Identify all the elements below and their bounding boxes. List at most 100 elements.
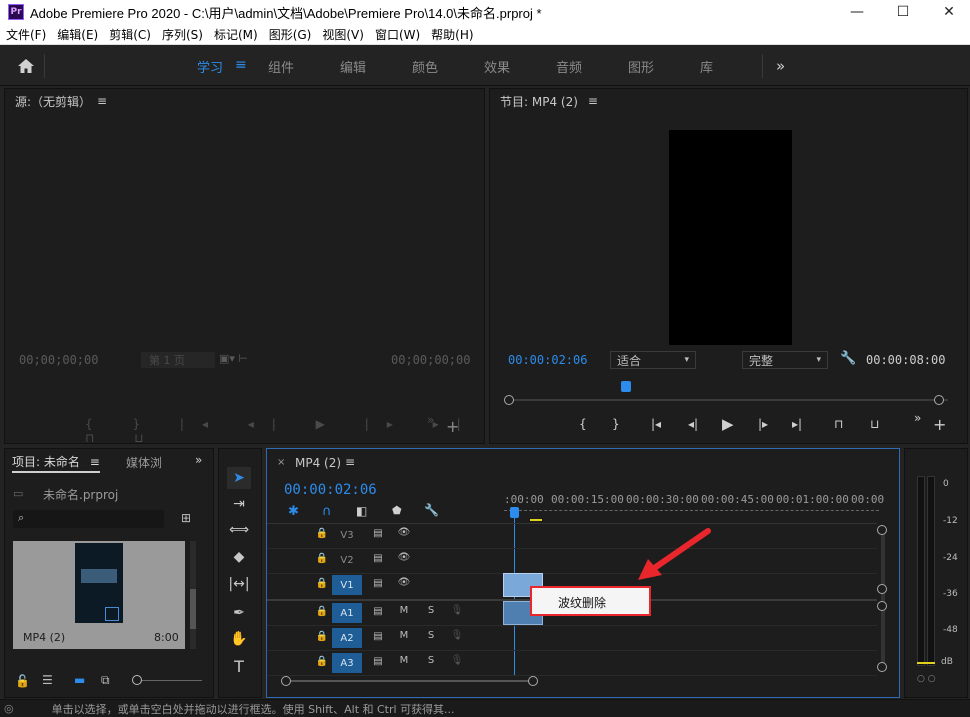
close-button[interactable]: ✕ (926, 0, 970, 24)
h-scroll-handle-left[interactable] (281, 676, 291, 686)
microphone-icon[interactable]: 🎙 (450, 655, 464, 666)
fit-dropdown[interactable]: 适合 ▾ (610, 351, 696, 369)
track-a1[interactable]: A1 (332, 603, 362, 623)
playhead-marker[interactable] (621, 381, 631, 392)
zoom-slider-handle[interactable] (132, 675, 142, 685)
workspace-learn[interactable]: 学习 (197, 57, 223, 76)
tab-project[interactable]: 项目: 未命名 ≡ (12, 453, 100, 473)
track-v2[interactable]: V2 (332, 550, 362, 570)
program-scrubber-track[interactable] (510, 399, 948, 401)
linked-selection-icon[interactable]: ∩ (322, 504, 332, 519)
tab-media-browser[interactable]: 媒体浏 (126, 454, 162, 471)
lock-track-icon[interactable]: 🔒 (315, 656, 329, 667)
project-scroll-thumb[interactable] (190, 589, 196, 629)
v-scroll-handle-top[interactable] (877, 525, 887, 535)
track-v3[interactable]: V3 (332, 525, 362, 545)
ripple-edit-tool-icon[interactable]: ⟺ (227, 519, 251, 541)
maximize-button[interactable]: ☐ (880, 0, 926, 24)
track-select-tool-icon[interactable]: ⇥ (227, 493, 251, 515)
list-view-icon[interactable]: ☰ (42, 673, 53, 687)
menu-file[interactable]: 文件(F) (0, 26, 51, 43)
sync-lock-icon[interactable]: ▤ (371, 606, 385, 617)
mute-button[interactable]: M (397, 655, 411, 666)
workspace-audio[interactable]: 音频 (556, 57, 582, 76)
solo-button[interactable]: S (424, 630, 438, 641)
lock-track-icon[interactable]: 🔒 (315, 606, 329, 617)
sync-lock-icon[interactable]: ▤ (371, 528, 385, 539)
freeform-view-icon[interactable]: ⧉ (101, 673, 110, 688)
add-button-icon[interactable]: + (933, 415, 946, 434)
search-input[interactable]: ⌕ (13, 510, 164, 528)
type-tool-icon[interactable]: T (227, 655, 251, 677)
mark-in-icon[interactable]: { (579, 417, 587, 431)
lift-icon[interactable]: ⊓ (834, 417, 843, 431)
microphone-icon[interactable]: 🎙 (450, 630, 464, 641)
marker-icon[interactable]: ⬟ (392, 504, 402, 517)
source-more-icon[interactable]: » (427, 413, 434, 427)
menu-sequence[interactable]: 序列(S) (156, 26, 208, 43)
timeline-v-scrollbar[interactable] (881, 527, 885, 667)
workspace-assembly[interactable]: 组件 (268, 57, 294, 76)
lock-track-icon[interactable]: 🔒 (315, 553, 329, 564)
sync-lock-icon[interactable]: ▤ (371, 578, 385, 589)
clip-thumbnail[interactable]: MP4 (2) 8:00 (13, 541, 185, 649)
microphone-icon[interactable]: 🎙 (450, 605, 464, 616)
solo-button[interactable]: S (424, 605, 438, 616)
solo-button[interactable]: S (424, 655, 438, 666)
timeline-timecode[interactable]: 00:00:02:06 (284, 482, 377, 498)
v-scroll-handle[interactable] (877, 584, 887, 594)
snap-icon[interactable]: ✱ (288, 504, 299, 519)
minimize-button[interactable]: — (834, 0, 880, 24)
menu-edit[interactable]: 编辑(E) (51, 26, 103, 43)
eye-icon[interactable]: 👁 (397, 552, 411, 563)
icon-view-icon[interactable]: ▬ (74, 673, 85, 687)
lock-icon[interactable]: 🔓 (15, 674, 30, 688)
sequence-tab[interactable]: MP4 (2) (295, 456, 341, 470)
lock-track-icon[interactable]: 🔒 (315, 578, 329, 589)
program-more-icon[interactable]: » (914, 411, 921, 425)
menu-help[interactable]: 帮助(H) (425, 26, 478, 43)
panel-menu-icon[interactable]: ≡ (588, 94, 598, 108)
zoom-slider-track[interactable] (142, 680, 202, 681)
play-icon[interactable]: ▶ (722, 415, 734, 433)
mark-out-icon[interactable]: } (612, 417, 620, 431)
quality-dropdown[interactable]: 完整 ▾ (742, 351, 828, 369)
slip-tool-icon[interactable]: |↔| (227, 573, 251, 595)
track-a3[interactable]: A3 (332, 653, 362, 673)
selection-tool-icon[interactable]: ➤ (227, 467, 251, 489)
hand-tool-icon[interactable]: ✋ (227, 628, 251, 650)
workspace-editing[interactable]: 编辑 (340, 57, 366, 76)
workspace-libraries[interactable]: 库 (700, 57, 713, 76)
source-page-dropdown[interactable]: 第 1 页 (141, 352, 215, 368)
panel-menu-icon[interactable]: ≡ (345, 455, 355, 469)
workspace-graphics[interactable]: 图形 (628, 57, 654, 76)
menu-view[interactable]: 视图(V) (316, 26, 369, 43)
workspace-more-icon[interactable]: » (776, 57, 785, 75)
panel-menu-icon[interactable]: ≡ (90, 455, 100, 469)
meter-solo-buttons-icon[interactable]: ○ ○ (917, 674, 936, 684)
menu-window[interactable]: 窗口(W) (369, 26, 425, 43)
v-scroll-handle-bottom[interactable] (877, 662, 887, 672)
scrubber-right-handle[interactable] (934, 395, 944, 405)
panel-more-icon[interactable]: » (195, 453, 202, 467)
wrench-icon[interactable]: 🔧 (840, 351, 856, 366)
h-scroll-handle-right[interactable] (528, 676, 538, 686)
mute-button[interactable]: M (397, 605, 411, 616)
timeline-h-scrollbar[interactable] (285, 680, 535, 682)
lock-track-icon[interactable]: 🔒 (315, 528, 329, 539)
step-back-icon[interactable]: ◂| (688, 417, 698, 431)
timeline-playhead-handle[interactable] (510, 507, 519, 518)
workspace-color[interactable]: 颜色 (412, 57, 438, 76)
ripple-delete-menu-item[interactable]: 波纹删除 (558, 594, 606, 611)
sync-lock-icon[interactable]: ▤ (371, 656, 385, 667)
close-tab-icon[interactable]: × (277, 457, 285, 468)
program-timecode[interactable]: 00:00:02:06 (508, 353, 587, 367)
eye-icon[interactable]: 👁 (397, 527, 411, 538)
go-to-in-icon[interactable]: |◂ (651, 417, 661, 431)
timeline-settings-wrench-icon[interactable]: 🔧 (424, 503, 439, 517)
sync-lock-icon[interactable]: ▤ (371, 631, 385, 642)
pen-tool-icon[interactable]: ✒ (227, 602, 251, 624)
add-marker-nest-icon[interactable]: ◧ (356, 504, 367, 518)
new-bin-icon[interactable]: ⊞ (181, 511, 191, 525)
workspace-menu-icon[interactable]: ≡ (235, 57, 247, 73)
